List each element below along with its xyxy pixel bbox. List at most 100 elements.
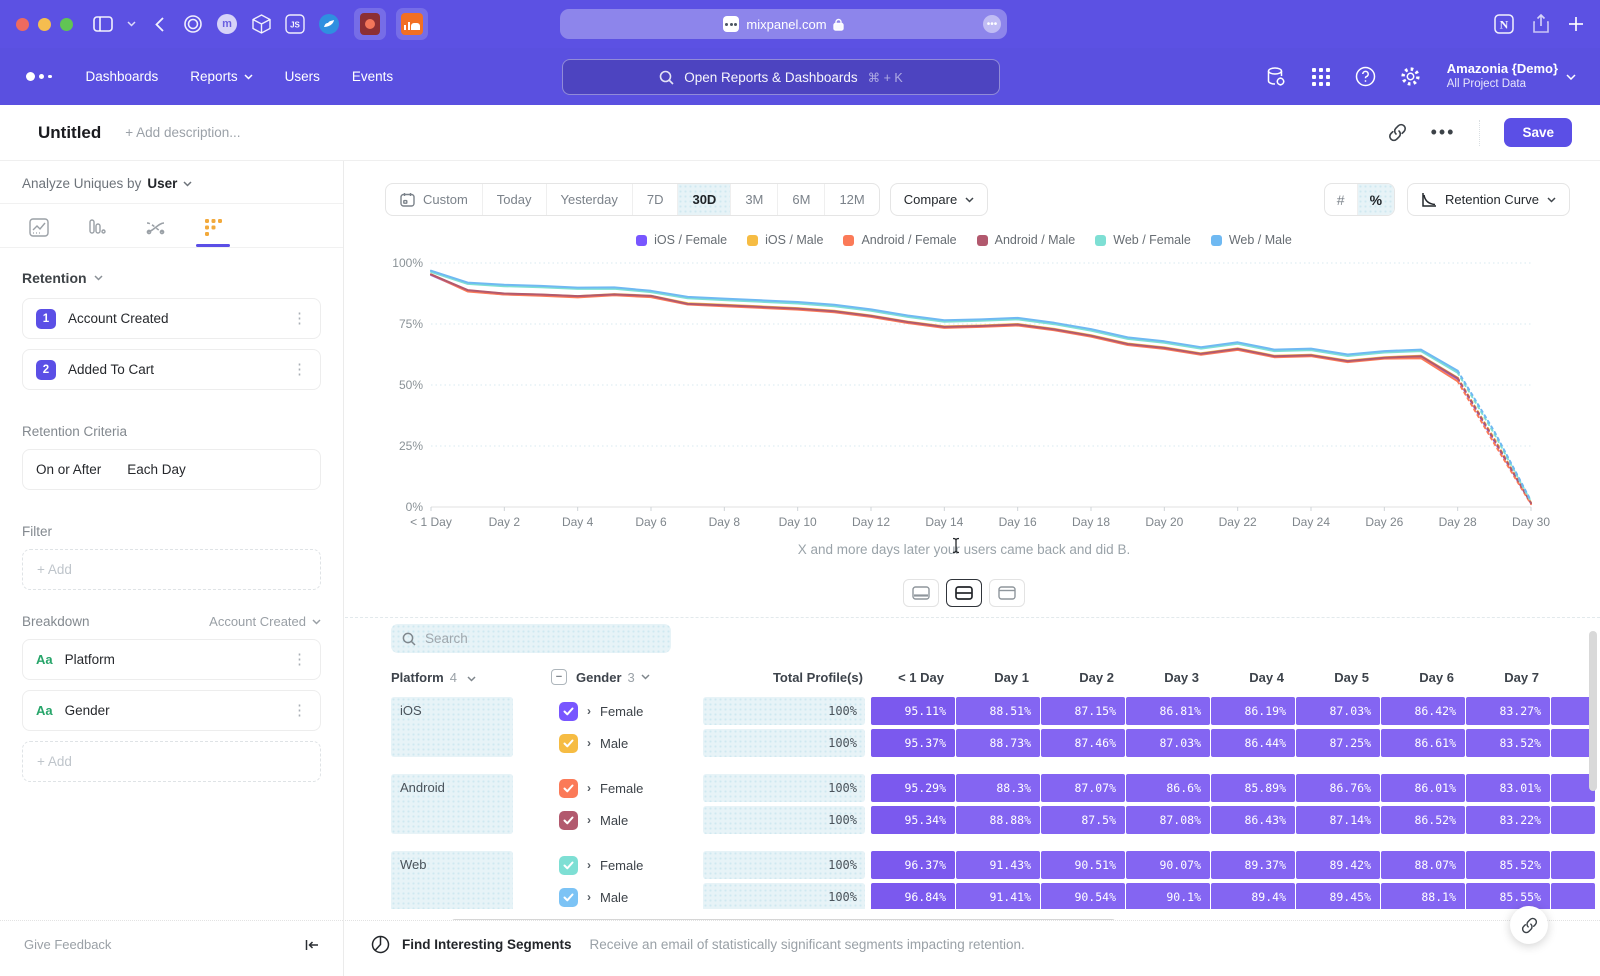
- legend-item[interactable]: Android / Female: [843, 233, 956, 247]
- retention-value-cell[interactable]: 89.37%: [1211, 851, 1295, 879]
- series-checkbox[interactable]: [559, 888, 578, 907]
- retention-value-cell[interactable]: 87.25%: [1296, 729, 1380, 757]
- nav-reports[interactable]: Reports: [190, 69, 252, 84]
- extension-js-icon[interactable]: JS: [282, 11, 308, 37]
- chevron-down-icon[interactable]: [124, 11, 138, 37]
- legend-item[interactable]: Web / Female: [1095, 233, 1191, 247]
- retention-value-cell[interactable]: 88.51%: [956, 697, 1040, 725]
- range-6m[interactable]: 6M: [778, 184, 825, 215]
- filter-add-button[interactable]: + Add: [22, 549, 321, 590]
- settings-gear-icon[interactable]: [1400, 66, 1421, 87]
- day-column-header[interactable]: Day 1: [954, 670, 1039, 685]
- retention-value-cell[interactable]: 86.43%: [1211, 806, 1295, 834]
- split-view-toggle[interactable]: [946, 579, 982, 607]
- table-search-input[interactable]: Search: [391, 624, 671, 653]
- retention-value-cell[interactable]: 87.5%: [1041, 806, 1125, 834]
- segments-title[interactable]: Find Interesting Segments: [402, 937, 572, 952]
- retention-value-cell[interactable]: 85.89%: [1211, 774, 1295, 802]
- series-checkbox[interactable]: [559, 702, 578, 721]
- nav-users[interactable]: Users: [285, 69, 320, 84]
- kebab-menu-icon[interactable]: ⋮: [292, 703, 307, 718]
- share-link-fab[interactable]: [1510, 906, 1548, 944]
- retention-value-cell[interactable]: 86.81%: [1126, 697, 1210, 725]
- retention-value-cell[interactable]: 95.29%: [871, 774, 955, 802]
- retention-value-cell[interactable]: 83.52%: [1466, 729, 1550, 757]
- criteria-mode[interactable]: On or After: [36, 462, 101, 477]
- chevron-down-icon[interactable]: [183, 181, 192, 187]
- tab-retention[interactable]: [196, 218, 230, 247]
- account-switcher[interactable]: Amazonia {Demo} All Project Data: [1445, 61, 1576, 92]
- retention-value-cell[interactable]: [1551, 851, 1595, 879]
- kebab-menu-icon[interactable]: ⋮: [292, 362, 307, 377]
- report-description-placeholder[interactable]: + Add description...: [125, 125, 240, 140]
- select-all-checkbox[interactable]: −: [551, 669, 567, 685]
- range-12m[interactable]: 12M: [825, 184, 878, 215]
- expand-row-icon[interactable]: ›: [587, 858, 591, 872]
- retention-value-cell[interactable]: [1551, 883, 1595, 909]
- retention-step-2[interactable]: 2 Added To Cart ⋮: [22, 349, 321, 390]
- table-only-toggle[interactable]: [989, 579, 1025, 607]
- total-profiles-header[interactable]: Total Profile(s): [703, 670, 869, 685]
- legend-item[interactable]: iOS / Female: [636, 233, 727, 247]
- platform-cell[interactable]: iOS: [391, 697, 513, 757]
- breakdown-gender[interactable]: Aa Gender ⋮: [22, 690, 321, 731]
- close-window-button[interactable]: [16, 18, 29, 31]
- apps-grid-icon[interactable]: [1311, 67, 1331, 87]
- notion-icon[interactable]: N: [1494, 14, 1514, 34]
- expand-row-icon[interactable]: ›: [587, 813, 591, 827]
- retention-value-cell[interactable]: 90.1%: [1126, 883, 1210, 909]
- range-custom[interactable]: Custom: [386, 184, 483, 215]
- retention-value-cell[interactable]: 87.07%: [1041, 774, 1125, 802]
- retention-value-cell[interactable]: 90.54%: [1041, 883, 1125, 909]
- platform-column-header[interactable]: Platform4: [391, 670, 513, 685]
- day-column-header[interactable]: Day 5: [1294, 670, 1379, 685]
- extension-bird-icon[interactable]: [316, 11, 342, 37]
- more-options-icon[interactable]: •••: [1431, 122, 1456, 143]
- retention-value-cell[interactable]: 83.27%: [1466, 697, 1550, 725]
- criteria-interval[interactable]: Each Day: [127, 462, 186, 477]
- day-column-header[interactable]: Day 7: [1464, 670, 1549, 685]
- platform-cell[interactable]: Android: [391, 774, 513, 834]
- kebab-menu-icon[interactable]: ⋮: [292, 311, 307, 326]
- retention-value-cell[interactable]: 86.6%: [1126, 774, 1210, 802]
- chart-only-toggle[interactable]: [903, 579, 939, 607]
- retention-value-cell[interactable]: 90.07%: [1126, 851, 1210, 879]
- data-management-icon[interactable]: [1265, 66, 1287, 88]
- retention-value-cell[interactable]: 89.4%: [1211, 883, 1295, 909]
- expand-row-icon[interactable]: ›: [587, 704, 591, 718]
- share-icon[interactable]: [1532, 14, 1550, 34]
- collapse-sidebar-icon[interactable]: [305, 939, 319, 951]
- nav-events[interactable]: Events: [352, 69, 393, 84]
- expand-row-icon[interactable]: ›: [587, 781, 591, 795]
- series-checkbox[interactable]: [559, 856, 578, 875]
- back-icon[interactable]: [146, 11, 172, 37]
- view-type-button[interactable]: Retention Curve: [1407, 183, 1570, 216]
- legend-item[interactable]: iOS / Male: [747, 233, 823, 247]
- retention-value-cell[interactable]: 83.01%: [1466, 774, 1550, 802]
- retention-value-cell[interactable]: 86.19%: [1211, 697, 1295, 725]
- gender-column-header[interactable]: − Gender3: [513, 669, 703, 685]
- retention-section-title[interactable]: Retention: [0, 248, 343, 298]
- extension-m-icon[interactable]: m: [214, 11, 240, 37]
- retention-value-cell[interactable]: 87.03%: [1126, 729, 1210, 757]
- retention-value-cell[interactable]: 88.1%: [1381, 883, 1465, 909]
- retention-value-cell[interactable]: 87.46%: [1041, 729, 1125, 757]
- retention-value-cell[interactable]: 88.88%: [956, 806, 1040, 834]
- retention-step-1[interactable]: 1 Account Created ⋮: [22, 298, 321, 339]
- extension-cube-icon[interactable]: [248, 11, 274, 37]
- percent-toggle[interactable]: %: [1358, 184, 1394, 215]
- retention-value-cell[interactable]: 86.44%: [1211, 729, 1295, 757]
- tab-flows[interactable]: [138, 219, 172, 247]
- series-checkbox[interactable]: [559, 811, 578, 830]
- retention-value-cell[interactable]: 85.52%: [1466, 851, 1550, 879]
- retention-value-cell[interactable]: 88.3%: [956, 774, 1040, 802]
- retention-value-cell[interactable]: 85.55%: [1466, 883, 1550, 909]
- vertical-scrollbar[interactable]: [1589, 631, 1597, 791]
- save-button[interactable]: Save: [1504, 118, 1572, 147]
- range-30d[interactable]: 30D: [678, 184, 731, 215]
- nav-dashboards[interactable]: Dashboards: [86, 69, 159, 84]
- give-feedback-link[interactable]: Give Feedback: [24, 937, 111, 952]
- retention-value-cell[interactable]: 83.22%: [1466, 806, 1550, 834]
- retention-value-cell[interactable]: 96.84%: [871, 883, 955, 909]
- series-checkbox[interactable]: [559, 734, 578, 753]
